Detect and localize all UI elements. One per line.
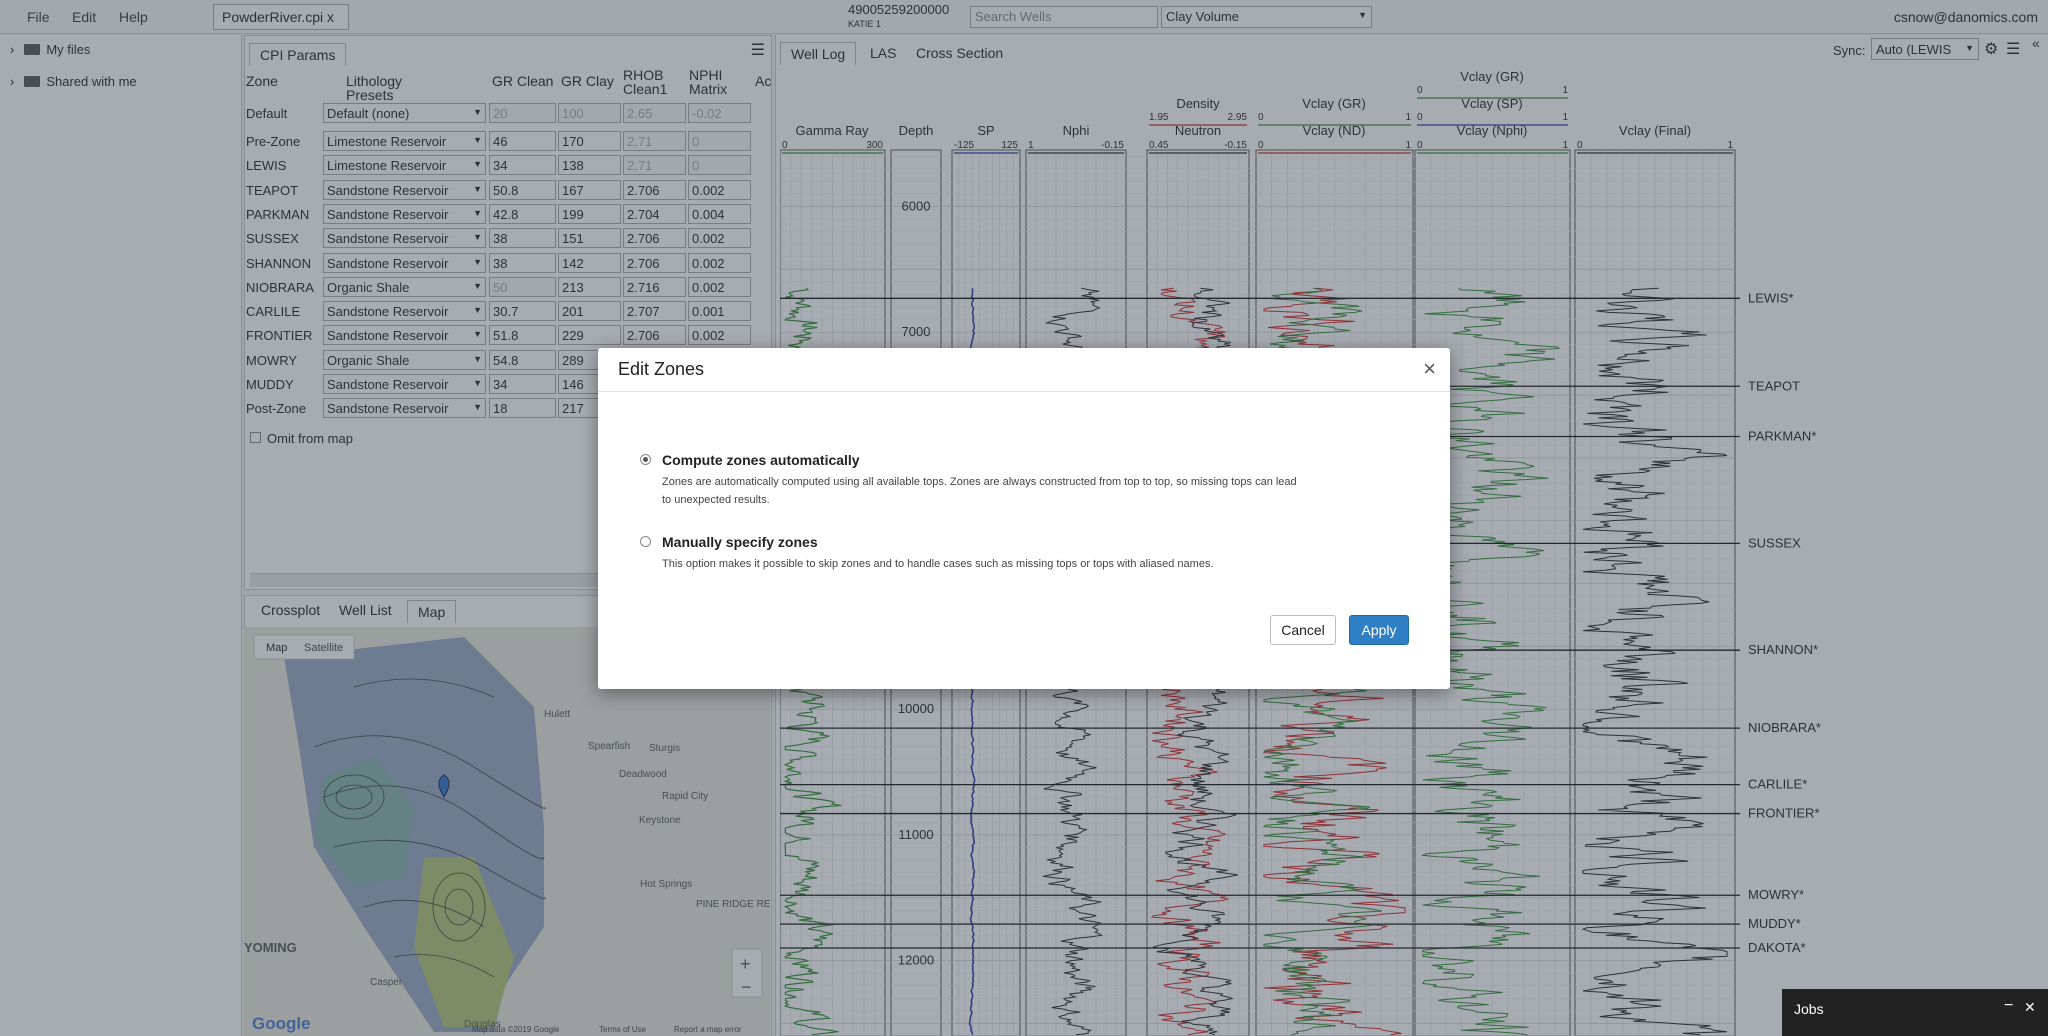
jobs-label: Jobs bbox=[1794, 1001, 1824, 1017]
radio-compute-auto[interactable] bbox=[640, 454, 651, 465]
edit-zones-dialog: Edit Zones × Compute zones automatically… bbox=[598, 348, 1450, 689]
jobs-panel: Jobs − ✕ bbox=[1782, 989, 2048, 1036]
option-auto-desc-line2: to unexpected results. bbox=[662, 494, 770, 506]
option-auto-desc-line1: Zones are automatically computed using a… bbox=[662, 476, 1297, 488]
apply-button[interactable]: Apply bbox=[1349, 615, 1409, 645]
option-auto-label[interactable]: Compute zones automatically bbox=[662, 452, 860, 468]
close-icon[interactable]: ✕ bbox=[2024, 999, 2036, 1016]
cancel-button[interactable]: Cancel bbox=[1270, 615, 1336, 645]
minimize-icon[interactable]: − bbox=[2004, 997, 2013, 1015]
close-icon[interactable]: × bbox=[1423, 356, 1436, 382]
radio-manual[interactable] bbox=[640, 536, 651, 547]
dialog-title: Edit Zones bbox=[618, 359, 705, 379]
dialog-divider bbox=[598, 391, 1450, 392]
option-manual-label[interactable]: Manually specify zones bbox=[662, 534, 818, 550]
option-manual-desc: This option makes it possible to skip zo… bbox=[662, 558, 1214, 570]
